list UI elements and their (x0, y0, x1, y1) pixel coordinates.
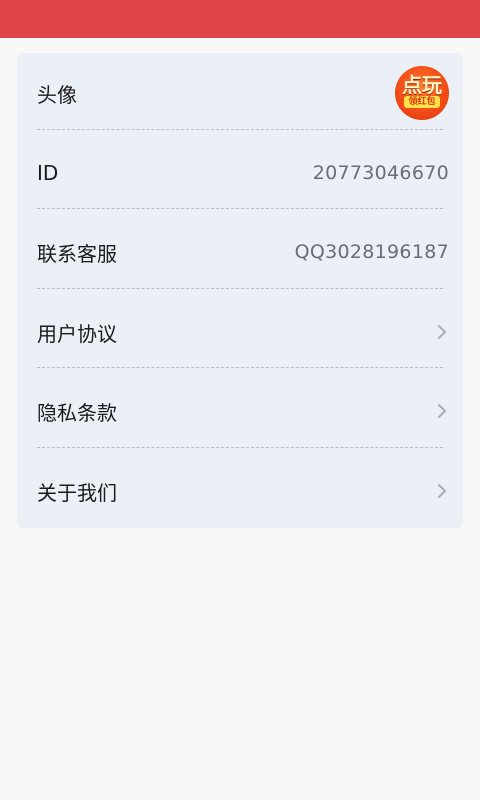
support-label: 联系客服 (37, 241, 117, 266)
divider (37, 288, 443, 289)
user-agreement-row[interactable]: 用户协议 (37, 292, 449, 372)
chevron-right-icon (438, 404, 446, 418)
avatar-logo-text: 点玩 (402, 73, 442, 97)
divider (37, 129, 443, 130)
id-value: 20773046670 (312, 162, 449, 184)
about-us-row[interactable]: 关于我们 (37, 451, 449, 531)
status-bar (0, 0, 480, 38)
avatar[interactable]: 点玩 领红包 (395, 66, 449, 120)
id-row: ID 20773046670 (37, 133, 449, 213)
id-label: ID (37, 161, 59, 185)
chevron-right-icon (438, 325, 446, 339)
chevron-right-icon (438, 484, 446, 498)
avatar-logo-subtext: 领红包 (404, 96, 440, 108)
avatar-row[interactable]: 头像 点玩 领红包 (37, 53, 449, 133)
privacy-label: 隐私条款 (37, 400, 117, 425)
support-value: QQ3028196187 (294, 241, 449, 263)
avatar-label: 头像 (37, 82, 77, 107)
user-agreement-label: 用户协议 (37, 321, 117, 346)
privacy-row[interactable]: 隐私条款 (37, 371, 449, 451)
divider (37, 447, 443, 448)
settings-card: 头像 点玩 领红包 ID 20773046670 联系客服 QQ30281961… (17, 53, 463, 528)
divider (37, 208, 443, 209)
about-us-label: 关于我们 (37, 480, 117, 505)
divider (37, 367, 443, 368)
support-row[interactable]: 联系客服 QQ3028196187 (37, 212, 449, 292)
